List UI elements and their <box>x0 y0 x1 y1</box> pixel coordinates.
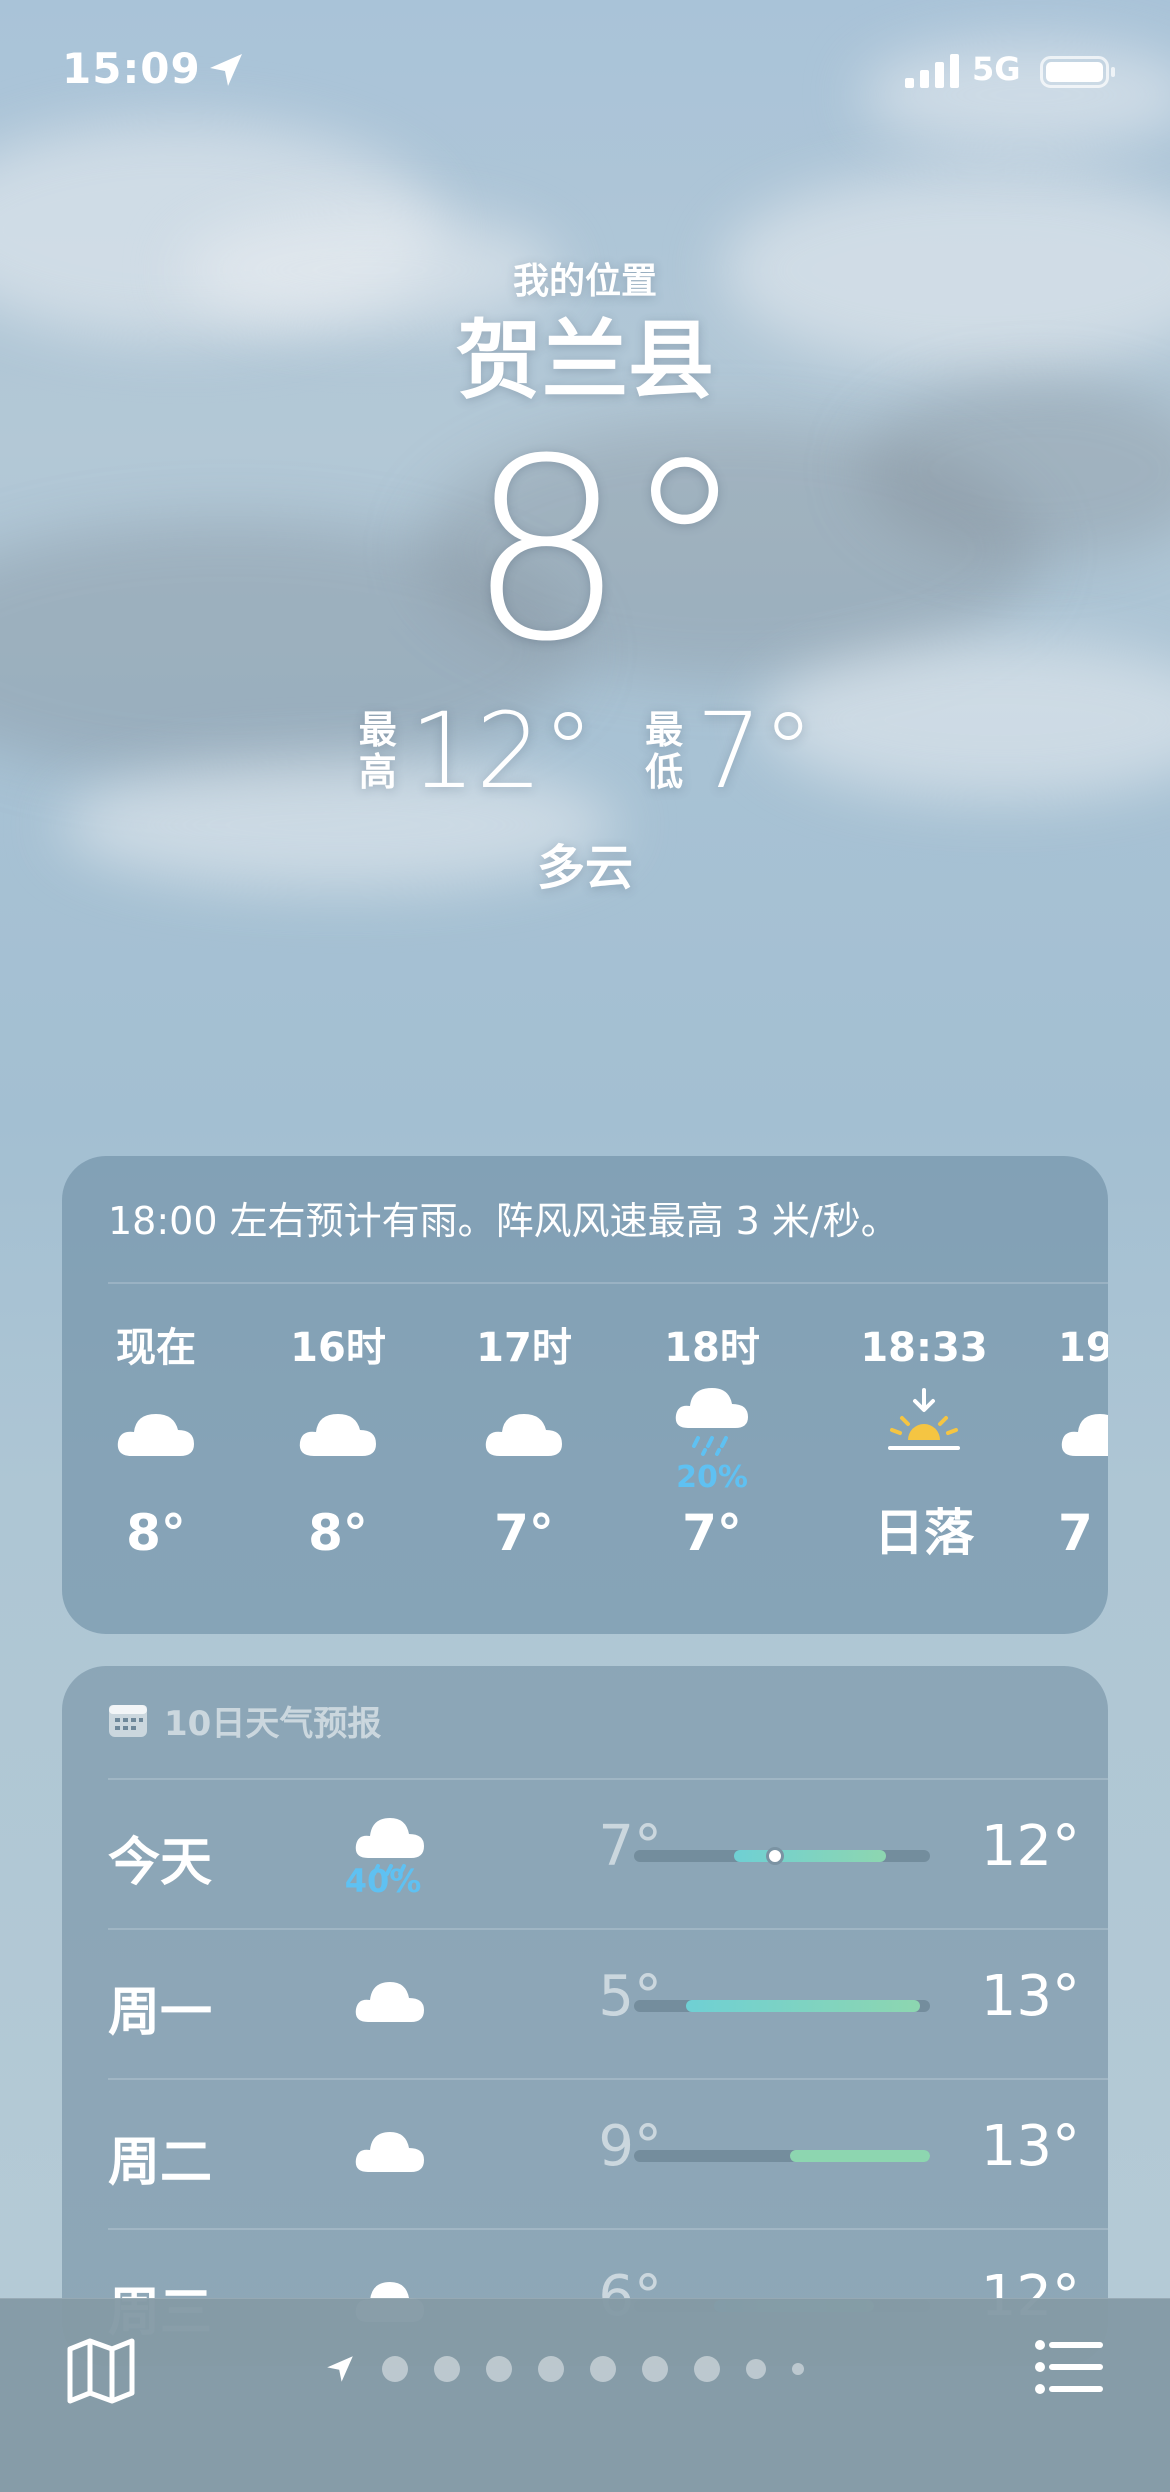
cloud-icon <box>485 1414 562 1456</box>
hour-label: 16时 <box>290 1325 386 1371</box>
page-dot <box>590 2356 616 2382</box>
day-low: 5° <box>598 1964 662 2029</box>
cloud-icon <box>1061 1414 1108 1456</box>
temp-range-fill <box>686 2000 920 2012</box>
divider <box>108 1282 1108 1284</box>
page-dot <box>642 2356 668 2382</box>
hour-item: 现在 8° <box>76 1318 236 1568</box>
ten-day-forecast-card[interactable]: 10日天气预报 今天 40% 7° 12° 周一 5° 13° 周二 9° 13… <box>62 1666 1108 2366</box>
location-arrow-icon <box>327 2356 353 2382</box>
hour-item: 18时 20% 7° <box>632 1318 792 1568</box>
low-temp: 7° <box>696 690 815 812</box>
page-dot <box>694 2356 720 2382</box>
hour-label: 现在 <box>116 1325 196 1371</box>
bottom-toolbar <box>0 2298 1170 2492</box>
cloud-icon <box>299 1414 376 1456</box>
high-temp: 12° <box>409 690 595 812</box>
sunset-label: 日落 <box>874 1504 974 1562</box>
cloud-rain-icon <box>675 1388 748 1456</box>
page-dot <box>434 2356 460 2382</box>
section-header: 10日天气预报 <box>108 1700 381 1744</box>
page-dot <box>792 2363 804 2375</box>
page-dot <box>538 2356 564 2382</box>
hourly-summary: 18:00 左右预计有雨。阵风风速最高 3 米/秒。 <box>108 1199 899 1243</box>
hour-label: 19 <box>1058 1325 1108 1371</box>
hour-temp: 7° <box>494 1504 554 1562</box>
hour-item: 16时 8° <box>258 1318 418 1568</box>
location-arrow-icon <box>210 54 242 86</box>
day-high: 13° <box>980 1964 1080 2029</box>
low-temp-group: 最低 7° <box>642 690 814 812</box>
location-subtitle: 我的位置 <box>512 261 657 302</box>
hour-temp: 7° <box>682 1504 742 1562</box>
temp-range-bar <box>634 2150 930 2162</box>
day-low: 7° <box>598 1814 662 1879</box>
page-indicator[interactable] <box>324 2345 804 2393</box>
day-low: 9° <box>598 2114 662 2179</box>
current-temperature: 8° <box>466 405 747 696</box>
cloud-icon <box>355 1982 424 2022</box>
city-name: 贺兰县 <box>456 311 714 411</box>
hour-temp: 8° <box>308 1504 368 1562</box>
page-dot <box>486 2356 512 2382</box>
hour-label: 17时 <box>476 1325 572 1371</box>
day-label: 周一 <box>108 1983 213 2043</box>
temp-range-fill <box>734 1850 886 1862</box>
hour-label: 18时 <box>664 1325 760 1371</box>
temp-range-bar <box>634 1847 930 1865</box>
temp-range-fill <box>790 2150 930 2162</box>
status-bar: 15:09 5G <box>0 44 1170 104</box>
cellular-signal-icon <box>905 54 959 88</box>
temp-range-bar <box>634 2000 930 2012</box>
hour-temp: 8° <box>126 1504 186 1562</box>
high-temp-group: 最高 12° <box>356 690 594 812</box>
hour-item: 17时 7° <box>444 1318 604 1568</box>
sunset-icon <box>888 1388 960 1450</box>
hour-precip: 20% <box>676 1460 748 1495</box>
hourly-forecast-card[interactable]: 18:00 左右预计有雨。阵风风速最高 3 米/秒。 现在 8° 16时 8° … <box>62 1156 1108 1634</box>
high-label: 最高 <box>358 708 397 794</box>
low-label: 最低 <box>645 708 684 794</box>
hour-label: 18:33 <box>860 1325 988 1371</box>
hour-item: 18:33 日落 <box>834 1318 1014 1568</box>
day-row[interactable]: 今天 40% 7° 12° <box>62 1778 1108 1928</box>
day-label: 周二 <box>108 2133 213 2193</box>
cloud-icon <box>355 2132 424 2172</box>
high-low: 最高 12° 最低 7° <box>0 690 1170 812</box>
day-label: 今天 <box>108 1833 213 1893</box>
calendar-icon <box>109 1705 147 1737</box>
day-high: 12° <box>980 1814 1080 1879</box>
day-row[interactable]: 周一 5° 13° <box>62 1928 1108 2078</box>
day-high: 13° <box>980 2114 1080 2179</box>
hour-temp: 7 <box>1058 1504 1093 1562</box>
battery-icon <box>1040 56 1115 88</box>
condition: 多云 <box>536 840 633 896</box>
map-icon[interactable] <box>66 2335 136 2405</box>
day-row[interactable]: 周二 9° 13° <box>62 2078 1108 2228</box>
hour-item: 19 7 <box>1058 1318 1108 1568</box>
page-dot <box>746 2359 766 2379</box>
page-dot <box>382 2356 408 2382</box>
list-icon[interactable] <box>1034 2337 1104 2397</box>
hourly-scroll[interactable]: 现在 8° 16时 8° 17时 7° 18时 20% 7° 18:33 日落 … <box>62 1318 1108 1618</box>
status-time: 15:09 <box>62 44 201 93</box>
day-precip: 40% <box>344 1862 422 1900</box>
cloud-icon <box>117 1414 194 1456</box>
current-weather-header: 我的位置 贺兰县 8° 最高 12° 最低 7° 多云 <box>0 258 1170 898</box>
section-title: 10日天气预报 <box>164 1703 382 1744</box>
current-temp-marker <box>766 1847 784 1865</box>
network-type: 5G <box>972 50 1021 88</box>
